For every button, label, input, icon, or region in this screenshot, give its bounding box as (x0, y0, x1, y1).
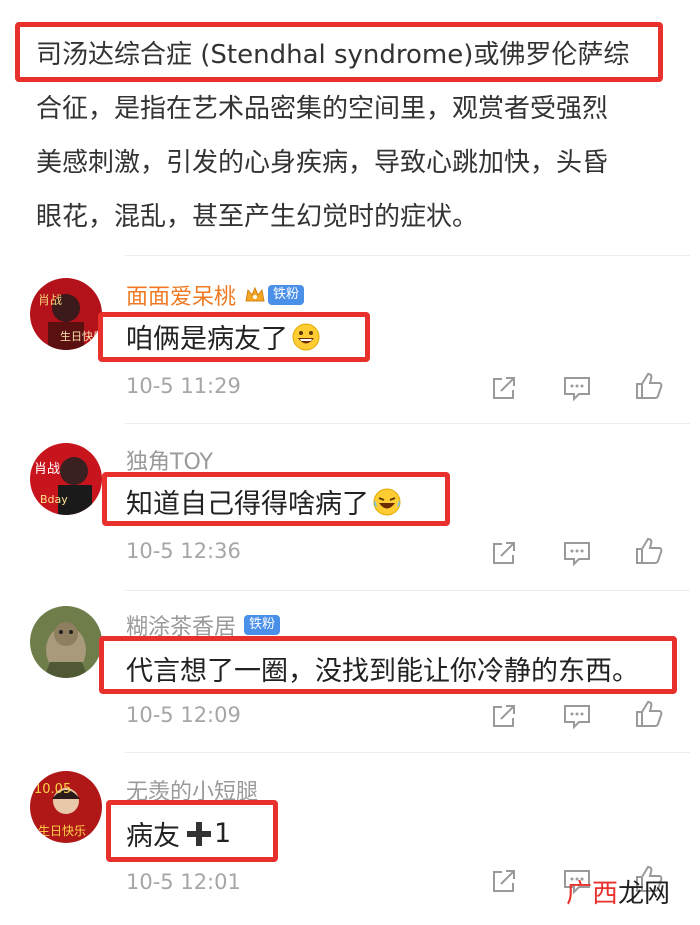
crown-icon (244, 285, 266, 305)
avatar[interactable]: 肖战 Bday (30, 443, 102, 515)
timestamp: 10-5 12:09 (126, 703, 241, 727)
like-icon[interactable] (634, 371, 664, 401)
timestamp: 10-5 11:29 (126, 374, 241, 398)
share-icon[interactable] (489, 538, 519, 568)
grinning-emoji (292, 323, 320, 351)
timestamp: 10-5 12:36 (126, 539, 241, 563)
comment-text: 知道自己得得啥病了 (126, 482, 401, 521)
watermark: 广西 龙网 (566, 873, 670, 910)
username-text[interactable]: 独角TOY (126, 444, 213, 476)
comment-text: 代言想了一圈，没找到能让你冷静的东西。 (126, 649, 639, 688)
username[interactable]: 独角TOY (126, 444, 213, 476)
comment-text-content: 病友 (126, 821, 180, 852)
share-icon[interactable] (489, 373, 519, 403)
username-text[interactable]: 糊涂茶香居 (126, 609, 236, 641)
comment-text-content: 咱俩是病友了 (126, 324, 288, 355)
comment-text-content: 代言想了一圈，没找到能让你冷静的东西。 (126, 656, 639, 687)
like-icon[interactable] (634, 536, 664, 566)
username-text[interactable]: 无羡的小短腿 (126, 774, 258, 806)
comment-icon[interactable] (562, 373, 592, 403)
intro-line: 美感刺激，引发的心身疾病，导致心跳加快，头昏 (36, 148, 609, 178)
watermark-text: 广西 (565, 879, 618, 909)
plus-sign (184, 819, 214, 849)
comment-item: 糊涂茶香居 铁粉 代言想了一圈，没找到能让你冷静的东西。 10-5 12:09 (0, 593, 700, 758)
username[interactable]: 面面爱呆桃 铁粉 (126, 279, 305, 311)
share-icon[interactable] (489, 866, 519, 896)
like-icon[interactable] (634, 699, 664, 729)
svg-text:肖战: 肖战 (34, 462, 60, 477)
comment-item: 肖战 生日快乐 面面爱呆桃 铁粉 咱俩是病友了 10-5 11:29 (0, 265, 700, 430)
comment-text-content: 知道自己得得啥病了 (126, 489, 369, 520)
intro-paragraph: 司汤达综合症 (Stendhal syndrome)或佛罗伦萨综 合征，是指在艺… (36, 28, 676, 244)
share-icon[interactable] (489, 701, 519, 731)
comment-icon[interactable] (562, 701, 592, 731)
svg-text:生日快乐: 生日快乐 (60, 329, 102, 343)
svg-text:10.05: 10.05 (34, 782, 71, 797)
divider (125, 752, 690, 753)
comment-text-suffix: 1 (214, 818, 232, 849)
fan-badge: 铁粉 (244, 615, 281, 635)
intro-line: 司汤达综合症 (Stendhal syndrome)或佛罗伦萨综 (36, 40, 630, 70)
svg-text:Bday: Bday (40, 493, 68, 506)
comment-text: 咱俩是病友了 (126, 317, 320, 356)
laughing-tears-emoji (373, 488, 401, 516)
divider (125, 255, 690, 256)
divider (125, 590, 690, 591)
comment-item: 肖战 Bday 独角TOY 知道自己得得啥病了 10-5 12:36 (0, 430, 700, 595)
svg-text:肖战: 肖战 (38, 293, 62, 307)
username[interactable]: 糊涂茶香居 铁粉 (126, 609, 281, 641)
watermark-text: 龙网 (617, 879, 670, 909)
comment-icon[interactable] (562, 538, 592, 568)
username-text[interactable]: 面面爱呆桃 (126, 279, 236, 311)
divider (125, 423, 690, 424)
comment-text: 病友 1 (126, 814, 231, 853)
avatar[interactable] (30, 606, 102, 678)
timestamp: 10-5 12:01 (126, 870, 241, 894)
avatar[interactable]: 10.05 生日快乐 (30, 771, 102, 843)
fan-badge: 铁粉 (268, 285, 305, 305)
svg-text:生日快乐: 生日快乐 (38, 824, 86, 838)
intro-line: 合征，是指在艺术品密集的空间里，观赏者受强烈 (36, 94, 609, 124)
avatar[interactable]: 肖战 生日快乐 (30, 278, 102, 350)
username[interactable]: 无羡的小短腿 (126, 774, 258, 806)
intro-line: 眼花，混乱，甚至产生幻觉时的症状。 (36, 202, 479, 232)
